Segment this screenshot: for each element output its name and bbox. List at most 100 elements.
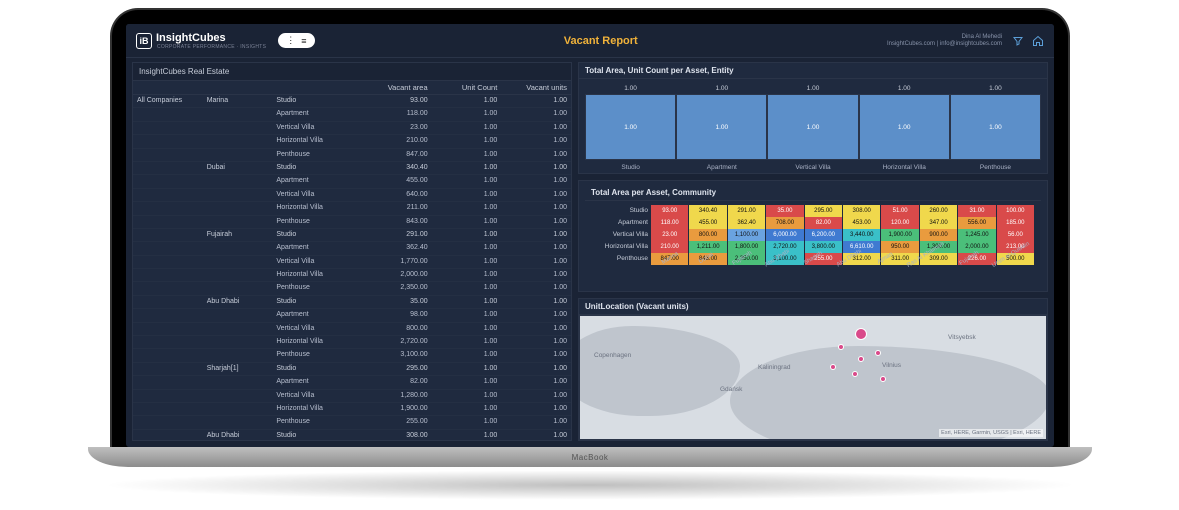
- heatmap-cell[interactable]: 455.00: [689, 217, 727, 229]
- heatmap-cell[interactable]: 1,245.00: [958, 229, 996, 241]
- heatmap-cell[interactable]: 100.00: [997, 205, 1035, 217]
- table-row[interactable]: Penthouse847.001.001.00: [133, 149, 571, 162]
- bar-column[interactable]: 1.001.00Penthouse: [950, 85, 1041, 171]
- filter-icon[interactable]: [1012, 35, 1024, 47]
- contact-text: InsightCubes.com | info@insightcubes.com: [887, 41, 1002, 47]
- heatmap-cell[interactable]: 6,200.00: [805, 229, 843, 241]
- bar-column[interactable]: 1.001.00Vertical Villa: [767, 85, 858, 171]
- table-row[interactable]: All CompaniesMarinaStudio93.001.001.00: [133, 95, 571, 108]
- table-row[interactable]: DubaiStudio340.401.001.00: [133, 162, 571, 175]
- col-unit-count[interactable]: Unit Count: [432, 81, 502, 94]
- table-row[interactable]: Horizontal Villa1,900.001.001.00: [133, 403, 571, 416]
- heatmap-cell[interactable]: 556.00: [958, 217, 996, 229]
- heatmap-body[interactable]: StudioApartmentVertical VillaHorizontal …: [585, 201, 1041, 285]
- table-row[interactable]: Penthouse843.001.001.00: [133, 216, 571, 229]
- heatmap-cell[interactable]: 347.00: [920, 217, 958, 229]
- cell-asset: Penthouse: [272, 416, 352, 428]
- heatmap-cell[interactable]: 6,000.00: [766, 229, 804, 241]
- map-pin[interactable]: [880, 376, 886, 382]
- table-row[interactable]: Vertical Villa640.001.001.00: [133, 189, 571, 202]
- brand-text: InsightCubes: [156, 32, 266, 44]
- table-row[interactable]: Vertical Villa1,770.001.001.00: [133, 256, 571, 269]
- cell-vacant-units: 1.00: [501, 416, 571, 428]
- heatmap-cell[interactable]: 1,211.00: [689, 241, 727, 253]
- table-row[interactable]: Apartment98.001.001.00: [133, 309, 571, 322]
- heatmap-cell[interactable]: 295.00: [805, 205, 843, 217]
- app-body: InsightCubes Real Estate Vacant area Uni…: [126, 58, 1054, 447]
- col-vacant-units[interactable]: Vacant units: [501, 81, 571, 94]
- cell-company: [133, 202, 203, 214]
- table-row[interactable]: Apartment455.001.001.00: [133, 175, 571, 188]
- table-row[interactable]: Apartment82.001.001.00: [133, 376, 571, 389]
- map-canvas[interactable]: Copenhagen Gdańsk Vilnius Vitsyebsk Kali…: [579, 315, 1047, 440]
- heatmap-cell[interactable]: 453.00: [843, 217, 881, 229]
- heatmap-cell[interactable]: 340.40: [689, 205, 727, 217]
- map-pin[interactable]: [855, 328, 867, 340]
- map-pin[interactable]: [838, 344, 844, 350]
- cell-asset: Penthouse: [272, 216, 352, 228]
- table-row[interactable]: Penthouse255.001.001.00: [133, 416, 571, 429]
- heatmap-cell[interactable]: 118.00: [651, 217, 689, 229]
- header-actions: [1012, 35, 1044, 47]
- heatmap-cell[interactable]: 56.00: [997, 229, 1035, 241]
- heatmap-cell[interactable]: 260.00: [920, 205, 958, 217]
- table-row[interactable]: Apartment118.001.001.00: [133, 108, 571, 121]
- heatmap-cell[interactable]: 362.40: [728, 217, 766, 229]
- bar-column[interactable]: 1.001.00Horizontal Villa: [859, 85, 950, 171]
- heatmap-row-labels: StudioApartmentVertical VillaHorizontal …: [591, 205, 651, 285]
- heatmap-cell[interactable]: 31.00: [958, 205, 996, 217]
- menu-icon[interactable]: ≡: [301, 36, 306, 46]
- table-row[interactable]: Penthouse2,350.001.001.00: [133, 282, 571, 295]
- header-toolbar-pill[interactable]: ⋮ ≡: [278, 33, 314, 48]
- brand-logo[interactable]: iB InsightCubes CORPORATE PERFORMANCE · …: [136, 32, 266, 50]
- table-row[interactable]: Vertical Villa800.001.001.00: [133, 323, 571, 336]
- table-row[interactable]: Abu DhabiStudio35.001.001.00: [133, 296, 571, 309]
- table-row[interactable]: Horizontal Villa211.001.001.00: [133, 202, 571, 215]
- bar-column[interactable]: 1.001.00Apartment: [676, 85, 767, 171]
- heatmap-cell[interactable]: 120.00: [881, 217, 919, 229]
- cell-vacant-area: 2,350.00: [352, 282, 432, 294]
- heatmap-cell[interactable]: 308.00: [843, 205, 881, 217]
- heatmap-cell[interactable]: 950.00: [881, 241, 919, 253]
- heatmap-cell[interactable]: 23.00: [651, 229, 689, 241]
- map-pin[interactable]: [852, 371, 858, 377]
- table-row[interactable]: Abu DhabiStudio308.001.001.00: [133, 430, 571, 440]
- cell-vacant-units: 1.00: [501, 323, 571, 335]
- cell-asset: Horizontal Villa: [272, 135, 352, 147]
- table-row[interactable]: Penthouse3,100.001.001.00: [133, 349, 571, 362]
- home-icon[interactable]: [1032, 35, 1044, 47]
- table-row[interactable]: Horizontal Villa2,000.001.001.00: [133, 269, 571, 282]
- table-row[interactable]: Horizontal Villa210.001.001.00: [133, 135, 571, 148]
- heatmap-cell[interactable]: 1,900.00: [881, 229, 919, 241]
- heatmap-cell[interactable]: 51.00: [881, 205, 919, 217]
- more-icon[interactable]: ⋮: [286, 35, 295, 46]
- map-pin[interactable]: [830, 364, 836, 370]
- heatmap-cell[interactable]: 291.00: [728, 205, 766, 217]
- heatmap-cell[interactable]: 3,440.00: [843, 229, 881, 241]
- table-panel: InsightCubes Real Estate Vacant area Uni…: [132, 62, 572, 441]
- map-pin[interactable]: [875, 350, 881, 356]
- table-row[interactable]: Vertical Villa23.001.001.00: [133, 122, 571, 135]
- cell-company: [133, 296, 203, 308]
- map-pin[interactable]: [858, 356, 864, 362]
- cell-company: [133, 122, 203, 134]
- heatmap-cell[interactable]: 93.00: [651, 205, 689, 217]
- table-row[interactable]: Sharjah[1]Studio295.001.001.00: [133, 363, 571, 376]
- heatmap-cell[interactable]: 800.00: [689, 229, 727, 241]
- bar-column[interactable]: 1.001.00Studio: [585, 85, 676, 171]
- heatmap-cell[interactable]: 82.00: [805, 217, 843, 229]
- heatmap-cell[interactable]: 900.00: [920, 229, 958, 241]
- col-vacant-area[interactable]: Vacant area: [352, 81, 432, 94]
- heatmap-row: 118.00455.00362.40708.0082.00453.00120.0…: [651, 217, 1035, 229]
- barchart-area[interactable]: 1.001.00Studio1.001.00Apartment1.001.00V…: [579, 79, 1047, 173]
- table-row[interactable]: Horizontal Villa2,720.001.001.00: [133, 336, 571, 349]
- bar-top-value: 1.00: [624, 85, 637, 92]
- cell-community: [203, 349, 273, 361]
- table-row[interactable]: Vertical Villa1,280.001.001.00: [133, 390, 571, 403]
- table-row[interactable]: FujairahStudio291.001.001.00: [133, 229, 571, 242]
- heatmap-cell[interactable]: 35.00: [766, 205, 804, 217]
- heatmap-cell[interactable]: 708.00: [766, 217, 804, 229]
- heatmap-cell[interactable]: 1,100.00: [728, 229, 766, 241]
- heatmap-cell[interactable]: 185.00: [997, 217, 1035, 229]
- table-row[interactable]: Apartment362.401.001.00: [133, 242, 571, 255]
